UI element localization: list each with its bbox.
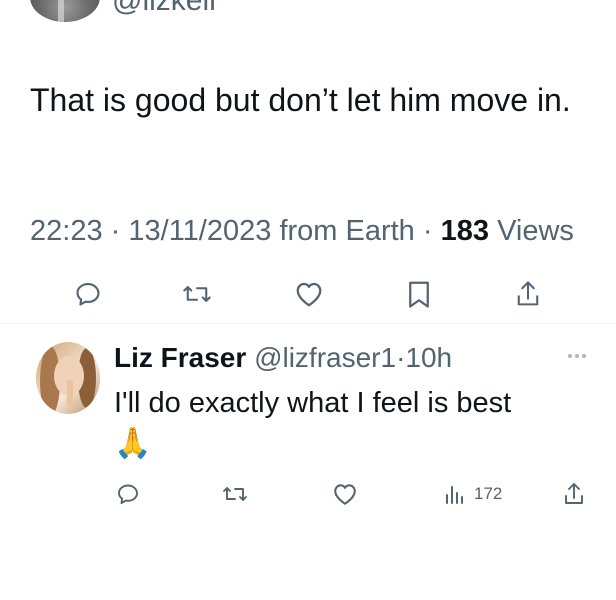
share-icon[interactable] xyxy=(562,481,586,507)
reply-author-name[interactable]: Liz Fraser xyxy=(114,342,246,373)
views-label: Views xyxy=(497,215,574,247)
share-icon[interactable] xyxy=(514,279,542,309)
views-icon[interactable] xyxy=(444,483,466,505)
reply-icon[interactable] xyxy=(74,280,102,308)
meta-separator: · xyxy=(422,215,433,247)
meta-separator: · xyxy=(110,215,121,247)
tweet-date[interactable]: 13/11/2023 xyxy=(128,215,271,247)
tweet-source: from Earth xyxy=(279,215,415,247)
retweet-icon[interactable] xyxy=(222,482,248,506)
tweet-action-bar xyxy=(0,274,616,314)
bookmark-icon[interactable] xyxy=(406,279,432,309)
tweet-meta: 22:23 · 13/11/2023 from Earth · 183 View… xyxy=(30,214,590,248)
meta-separator: · xyxy=(396,342,406,373)
reply-avatar[interactable] xyxy=(36,342,100,414)
divider xyxy=(0,323,616,324)
like-icon[interactable] xyxy=(332,482,358,506)
reply-header: Liz Fraser @lizfraser1·10h xyxy=(114,340,452,376)
retweet-icon[interactable] xyxy=(182,280,212,308)
more-icon[interactable] xyxy=(562,346,592,366)
reply-views-count[interactable]: 172 xyxy=(474,484,502,504)
like-icon[interactable] xyxy=(294,280,324,308)
reply-author-handle[interactable]: @lizfraser1 xyxy=(254,342,396,373)
views-count: 183 xyxy=(440,215,489,247)
author-avatar[interactable] xyxy=(30,0,100,22)
author-handle[interactable]: @lizkeir xyxy=(112,0,219,18)
reply-icon[interactable] xyxy=(116,482,140,506)
folded-hands-emoji: 🙏 xyxy=(114,427,152,460)
tweet-text: That is good but don’t let him move in. xyxy=(30,82,571,118)
reply-age[interactable]: 10h xyxy=(405,342,452,373)
reply-action-bar: 172 xyxy=(0,478,616,510)
reply-text: I'll do exactly what I feel is best xyxy=(114,387,512,419)
tweet-time[interactable]: 22:23 xyxy=(30,215,103,247)
